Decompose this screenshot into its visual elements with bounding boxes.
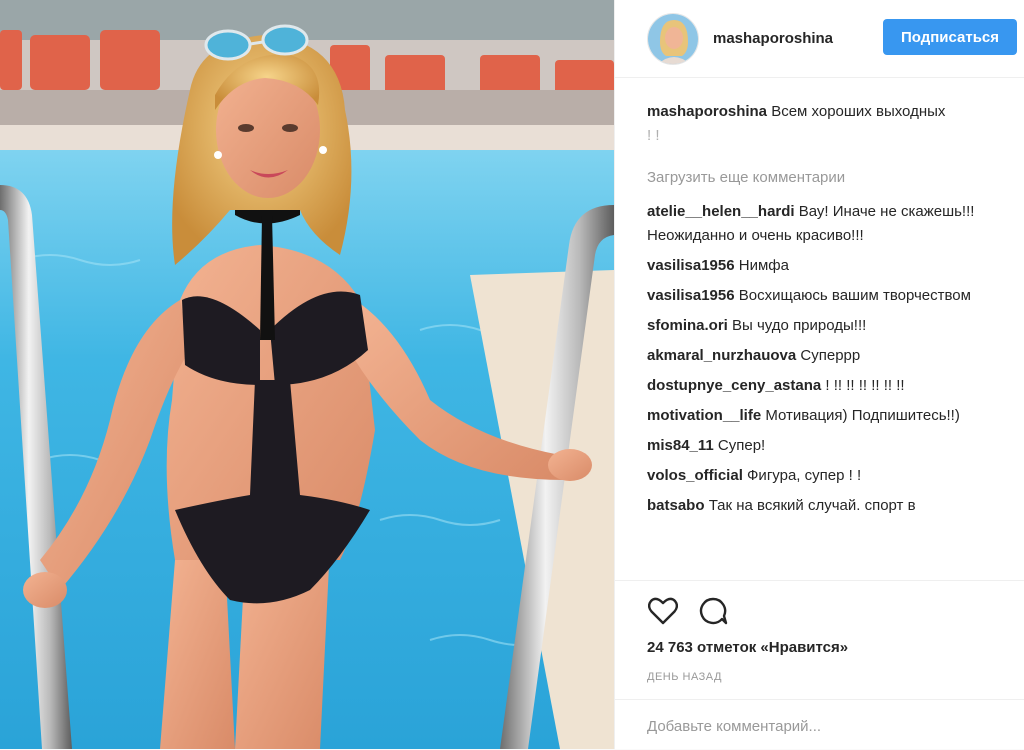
comment-items: atelie__helen__hardi Вау! Иначе не скаже…: [647, 200, 1007, 518]
profile-username[interactable]: mashaporoshina: [713, 30, 833, 47]
follow-button[interactable]: Подписаться: [883, 19, 1017, 55]
comment-username[interactable]: dostupnye_ceny_astana: [647, 377, 821, 394]
likes-count[interactable]: 24 763 отметок «Нравится»: [647, 639, 848, 656]
comment-username[interactable]: mis84_11: [647, 437, 714, 454]
add-comment-section: [615, 699, 1024, 750]
comment-item: mis84_11 Супер!: [647, 434, 1007, 458]
post-sidebar: mashaporoshina Подписаться mashaporoshin…: [614, 0, 1024, 749]
action-icons: [647, 595, 729, 627]
add-comment-input[interactable]: [647, 712, 997, 740]
comment-item: akmaral_nurzhauova Суперрр: [647, 344, 1007, 368]
comment-item: vasilisa1956 Нимфа: [647, 254, 1007, 278]
heart-icon[interactable]: [647, 595, 679, 627]
load-more-comments-link[interactable]: Загрузить еще комментарии: [647, 166, 1007, 190]
instagram-post: mashaporoshina Подписаться mashaporoshin…: [0, 0, 1024, 749]
avatar-image: [648, 13, 698, 64]
comments-list[interactable]: mashaporoshina Всем хороших выходных ! !…: [647, 100, 1007, 580]
comment-bubble-icon[interactable]: [697, 595, 729, 627]
comment-item: atelie__helen__hardi Вау! Иначе не скаже…: [647, 200, 1007, 248]
comment-item: vasilisa1956 Восхищаюсь вашим творчество…: [647, 284, 1007, 308]
comment-text: Восхищаюсь вашим творчеством: [738, 287, 971, 304]
comment-item: batsabo Так на всякий случай. спорт в: [647, 494, 1007, 518]
comment-username[interactable]: batsabo: [647, 497, 705, 514]
comment-text: Супер!: [717, 437, 766, 454]
avatar[interactable]: [647, 12, 699, 65]
comment-username[interactable]: atelie__helen__hardi: [647, 203, 795, 220]
post-actions: 24 763 отметок «Нравится» день назад: [615, 580, 1024, 749]
comment-text: Мотивация) Подпишитесь!!): [765, 407, 960, 424]
comment-text: Вы чудо природы!!!: [732, 317, 867, 334]
comment-text: Фигура, супер ! !: [747, 467, 862, 484]
comment-username[interactable]: motivation__life: [647, 407, 761, 424]
post-header: mashaporoshina Подписаться: [615, 0, 1024, 78]
comment-item: motivation__life Мотивация) Подпишитесь!…: [647, 404, 1007, 428]
comment-text: Так на всякий случай. спорт в: [708, 497, 916, 514]
post-age[interactable]: день назад: [647, 671, 722, 683]
pool-photo-image: [0, 0, 614, 749]
post-photo[interactable]: [0, 0, 614, 749]
comment-item: sfomina.ori Вы чудо природы!!!: [647, 314, 1007, 338]
comment-text: Нимфа: [738, 257, 789, 274]
caption-extra: ! !: [647, 127, 660, 144]
caption-username[interactable]: mashaporoshina: [647, 103, 767, 120]
post-caption: mashaporoshina Всем хороших выходных ! !: [647, 100, 1007, 148]
comment-item: dostupnye_ceny_astana ! !! !! !! !! !! !…: [647, 374, 1007, 398]
comment-username[interactable]: volos_official: [647, 467, 743, 484]
comment-username[interactable]: sfomina.ori: [647, 317, 728, 334]
comment-text: Суперрр: [800, 347, 861, 364]
caption-text: Всем хороших выходных: [771, 103, 946, 120]
comment-username[interactable]: vasilisa1956: [647, 287, 735, 304]
comment-username[interactable]: akmaral_nurzhauova: [647, 347, 796, 364]
comment-text: ! !! !! !! !! !! !!: [825, 377, 905, 394]
comment-username[interactable]: vasilisa1956: [647, 257, 735, 274]
comment-item: volos_official Фигура, супер ! !: [647, 464, 1007, 488]
